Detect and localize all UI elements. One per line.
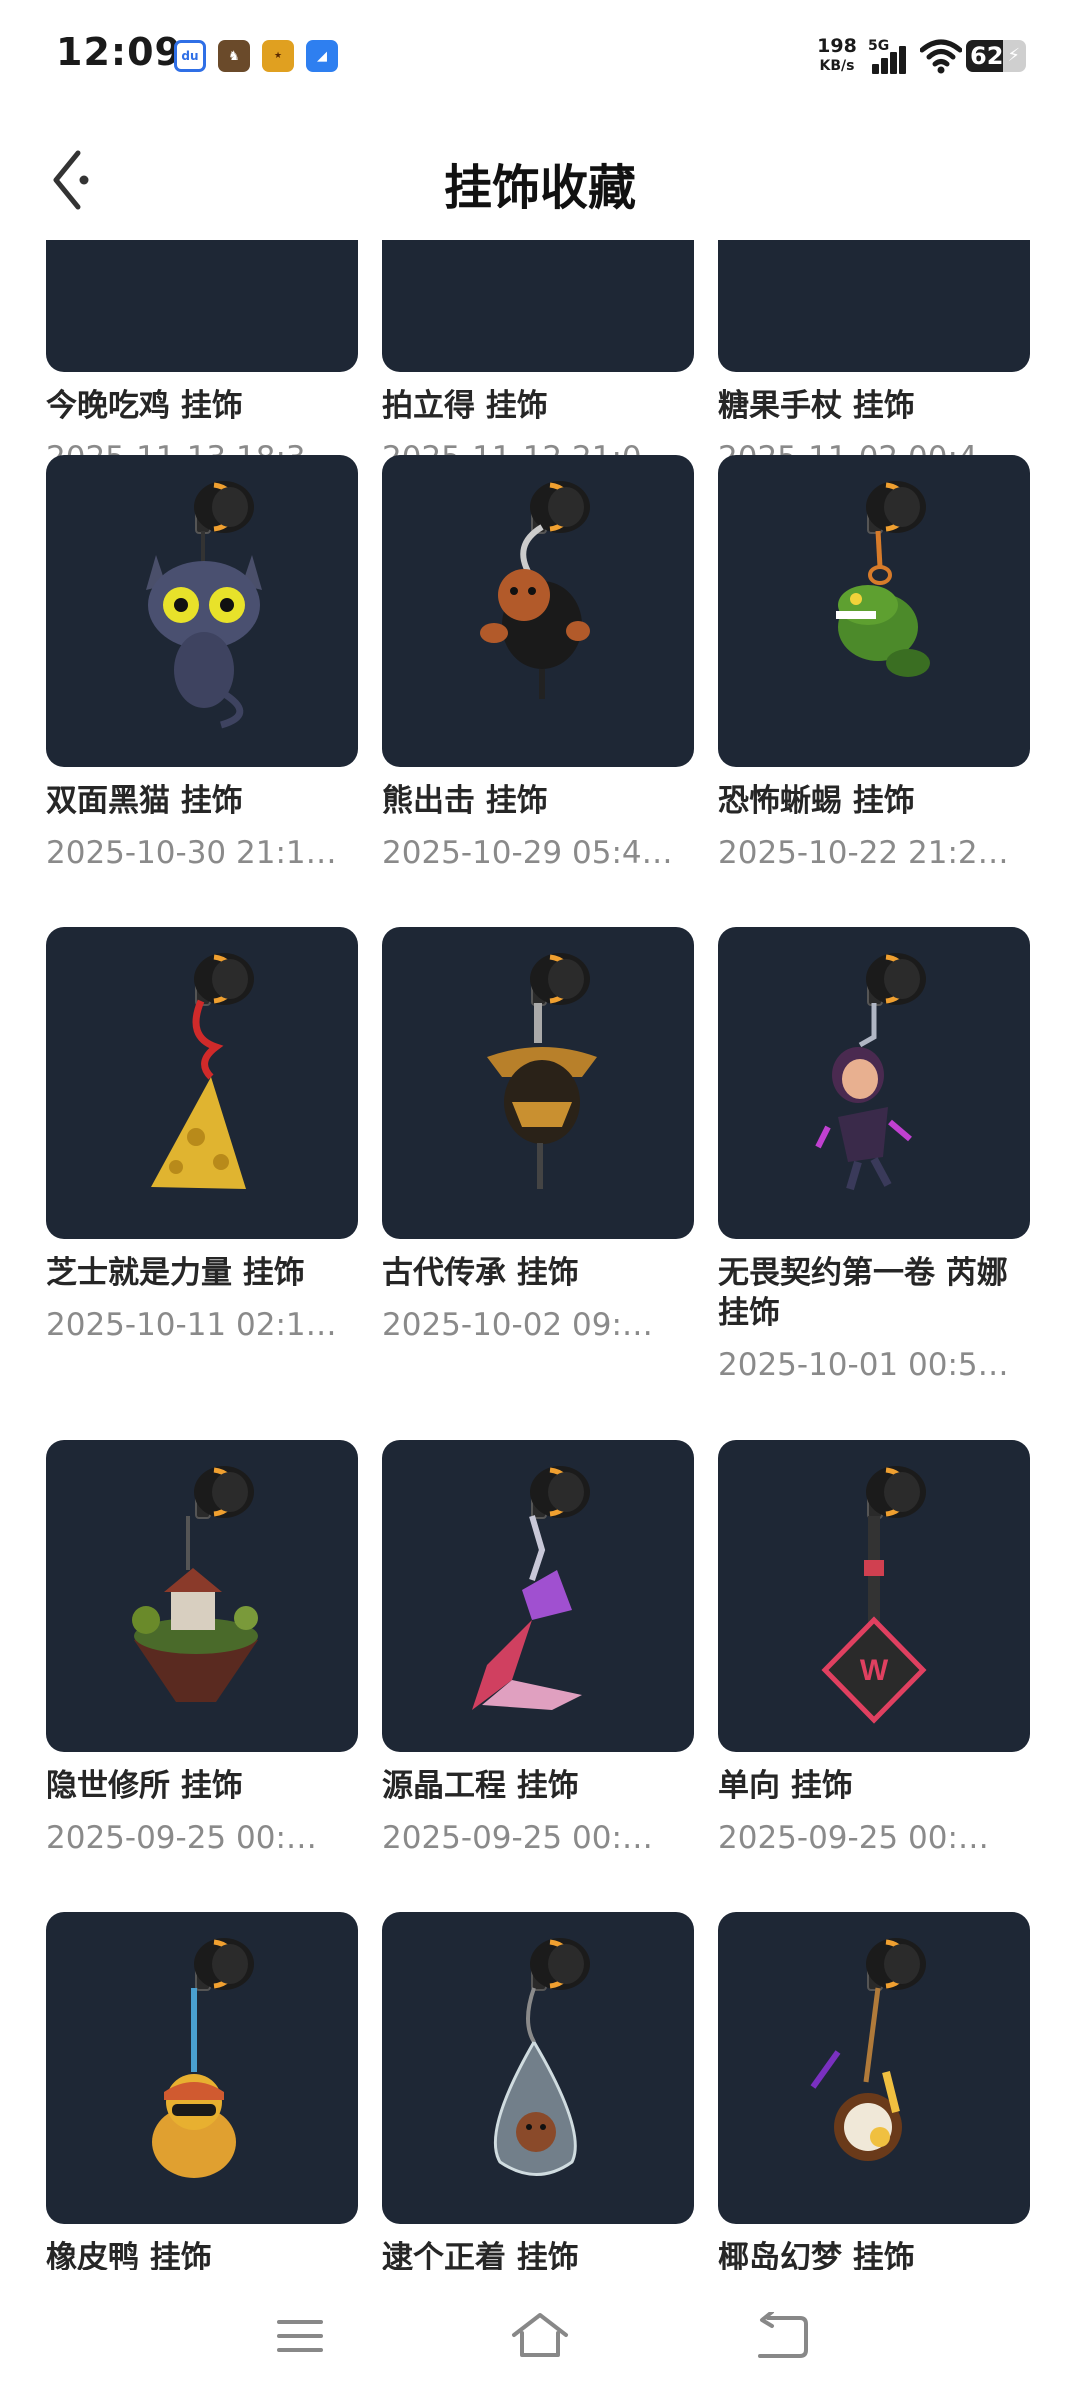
charm-image — [151, 953, 254, 1189]
menu-button[interactable] — [270, 2306, 330, 2366]
charm-date: 2025-10-22 21:2… — [718, 835, 1009, 871]
charm-date: 2025-10-11 02:1… — [46, 1307, 337, 1343]
charm-date: 2025-10-01 00:5… — [718, 1347, 1009, 1383]
charm-image — [472, 1466, 590, 1710]
charm-name: 今晚吃鸡 挂饰 — [46, 388, 243, 424]
battery-level: 62 — [970, 42, 1004, 70]
charm-name: 单向 挂饰 — [718, 1768, 853, 1804]
charm-name: 双面黑猫 挂饰 — [46, 783, 243, 819]
charm-name: 熊出击 挂饰 — [382, 783, 548, 819]
charm-image — [718, 240, 1030, 372]
network-speed-value: 198 — [817, 35, 857, 57]
network-speed: 198 KB/s — [812, 36, 862, 76]
charm-name: 拍立得 挂饰 — [382, 388, 548, 424]
charm-image — [152, 1938, 254, 2178]
network-speed-unit: KB/s — [819, 58, 855, 74]
charm-image — [146, 481, 262, 729]
game-app-icon-1: ♞ — [218, 40, 250, 72]
charm-thumbnail[interactable] — [718, 455, 1030, 767]
charm-image — [46, 240, 358, 372]
charm-date: 2025-09-25 00:… — [46, 1820, 317, 1856]
charm-name: 芝士就是力量 挂饰 — [46, 1255, 305, 1291]
status-time: 12:09 — [56, 30, 182, 74]
cell-signal-icon: 5G — [868, 38, 910, 78]
charm-date: 2025-09-25 00:… — [718, 1820, 989, 1856]
status-bar: 12:09 du ♞ ★ ◢ 198 KB/s 5G 62 ⚡ — [0, 0, 1080, 110]
charm-date: 2025-10-29 05:4… — [382, 835, 673, 871]
browser-app-icon: ◢ — [306, 40, 338, 72]
nav-back-button[interactable] — [752, 2306, 812, 2366]
battery-icon: 62 ⚡ — [966, 40, 1026, 72]
charm-name: 逮个正着 挂饰 — [382, 2240, 579, 2270]
home-icon — [512, 2313, 568, 2357]
charm-name: 古代传承 挂饰 — [382, 1255, 579, 1291]
charm-thumbnail[interactable] — [382, 455, 694, 767]
charm-image — [480, 481, 590, 699]
charm-thumbnail[interactable]: W — [718, 1440, 1030, 1752]
charm-thumbnail[interactable] — [718, 240, 1030, 372]
charm-image — [836, 481, 930, 677]
charm-thumbnail[interactable] — [46, 927, 358, 1239]
charm-date: 2025-10-30 21:1… — [46, 835, 337, 871]
wifi-icon — [919, 38, 963, 74]
charm-thumbnail[interactable] — [382, 927, 694, 1239]
charm-name: 椰岛幻梦 挂饰 — [718, 2240, 915, 2270]
app-header: 挂饰收藏 — [0, 120, 1080, 240]
charm-collection-grid: 今晚吃鸡 挂饰2025-11-13 18:3…拍立得 挂饰2025-11-12 … — [0, 240, 1080, 2270]
charm-name: 恐怖蜥蜴 挂饰 — [718, 783, 915, 819]
charm-name: 源晶工程 挂饰 — [382, 1768, 579, 1804]
charm-image: W — [821, 1466, 927, 1724]
back-icon — [758, 2312, 808, 2358]
charm-name: 隐世修所 挂饰 — [46, 1768, 243, 1804]
charm-image — [132, 1466, 258, 1702]
charm-image — [382, 240, 694, 372]
charm-thumbnail[interactable] — [46, 455, 358, 767]
charm-image — [487, 953, 597, 1189]
svg-text:W: W — [860, 1654, 889, 1687]
charm-thumbnail[interactable] — [718, 1912, 1030, 2224]
charm-thumbnail[interactable] — [46, 1912, 358, 2224]
menu-icon — [277, 2320, 323, 2352]
charm-image — [815, 953, 926, 1191]
charm-date: 2025-10-02 09:… — [382, 1307, 653, 1343]
charm-thumbnail[interactable] — [382, 1440, 694, 1752]
charm-name: 无畏契约第一卷 芮娜 挂饰 — [718, 1255, 1008, 1331]
charm-thumbnail[interactable] — [718, 927, 1030, 1239]
page-title: 挂饰收藏 — [443, 160, 636, 216]
charm-thumbnail[interactable] — [46, 1440, 358, 1752]
charm-thumbnail[interactable] — [382, 1912, 694, 2224]
charm-name: 橡皮鸭 挂饰 — [46, 2240, 212, 2270]
charm-date: 2025-09-25 00:… — [382, 1820, 653, 1856]
baidu-app-icon: du — [174, 40, 206, 72]
charm-thumbnail[interactable] — [382, 240, 694, 372]
charm-image — [810, 1938, 926, 2161]
system-nav-bar — [0, 2270, 1080, 2400]
status-app-icons: du ♞ ★ ◢ — [174, 40, 338, 72]
home-button[interactable] — [510, 2306, 570, 2366]
network-type: 5G — [868, 38, 890, 54]
charm-image — [493, 1938, 590, 2176]
game-app-icon-2: ★ — [262, 40, 294, 72]
charm-name: 糖果手杖 挂饰 — [718, 388, 915, 424]
charm-thumbnail[interactable] — [46, 240, 358, 372]
